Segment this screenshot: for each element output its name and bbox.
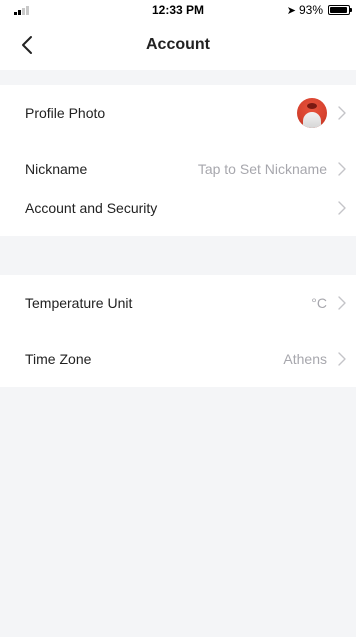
chevron-right-icon (338, 201, 346, 215)
chevron-right-icon (338, 106, 346, 120)
nickname-value: Tap to Set Nickname (197, 161, 327, 177)
profile-photo-right (297, 98, 346, 128)
security-group: Account and Security (0, 180, 356, 236)
account-security-right (337, 201, 346, 215)
chevron-right-icon (338, 352, 346, 366)
chevron-left-icon (22, 36, 32, 54)
status-bar: 12:33 PM ➤ 93% (0, 0, 356, 20)
time-zone-value: Athens (283, 351, 327, 367)
preferences-group: Temperature Unit °C Time Zone Athens (0, 275, 356, 387)
time-zone-right: Athens (283, 351, 346, 367)
nav-bar: Account (0, 20, 356, 70)
nickname-right: Tap to Set Nickname (198, 161, 346, 177)
time-zone-row[interactable]: Time Zone Athens (0, 331, 356, 387)
page-title: Account (146, 36, 210, 53)
chevron-right-icon (338, 162, 346, 176)
temperature-unit-right: °C (311, 295, 346, 311)
temperature-unit-value: °C (311, 295, 327, 311)
account-security-row[interactable]: Account and Security (0, 180, 356, 236)
profile-photo-row[interactable]: Profile Photo (0, 85, 356, 141)
time-zone-label: Time Zone (25, 351, 92, 367)
account-security-label: Account and Security (25, 200, 158, 216)
nickname-label: Nickname (25, 161, 88, 177)
chevron-right-icon (338, 296, 346, 310)
temperature-unit-label: Temperature Unit (25, 295, 133, 311)
profile-photo-label: Profile Photo (25, 105, 106, 121)
status-time: 12:33 PM (151, 3, 205, 17)
battery-fill (330, 7, 347, 13)
temperature-unit-row[interactable]: Temperature Unit °C (0, 275, 356, 331)
battery-icon (328, 5, 352, 15)
back-button[interactable] (18, 35, 38, 55)
avatar (297, 98, 327, 128)
